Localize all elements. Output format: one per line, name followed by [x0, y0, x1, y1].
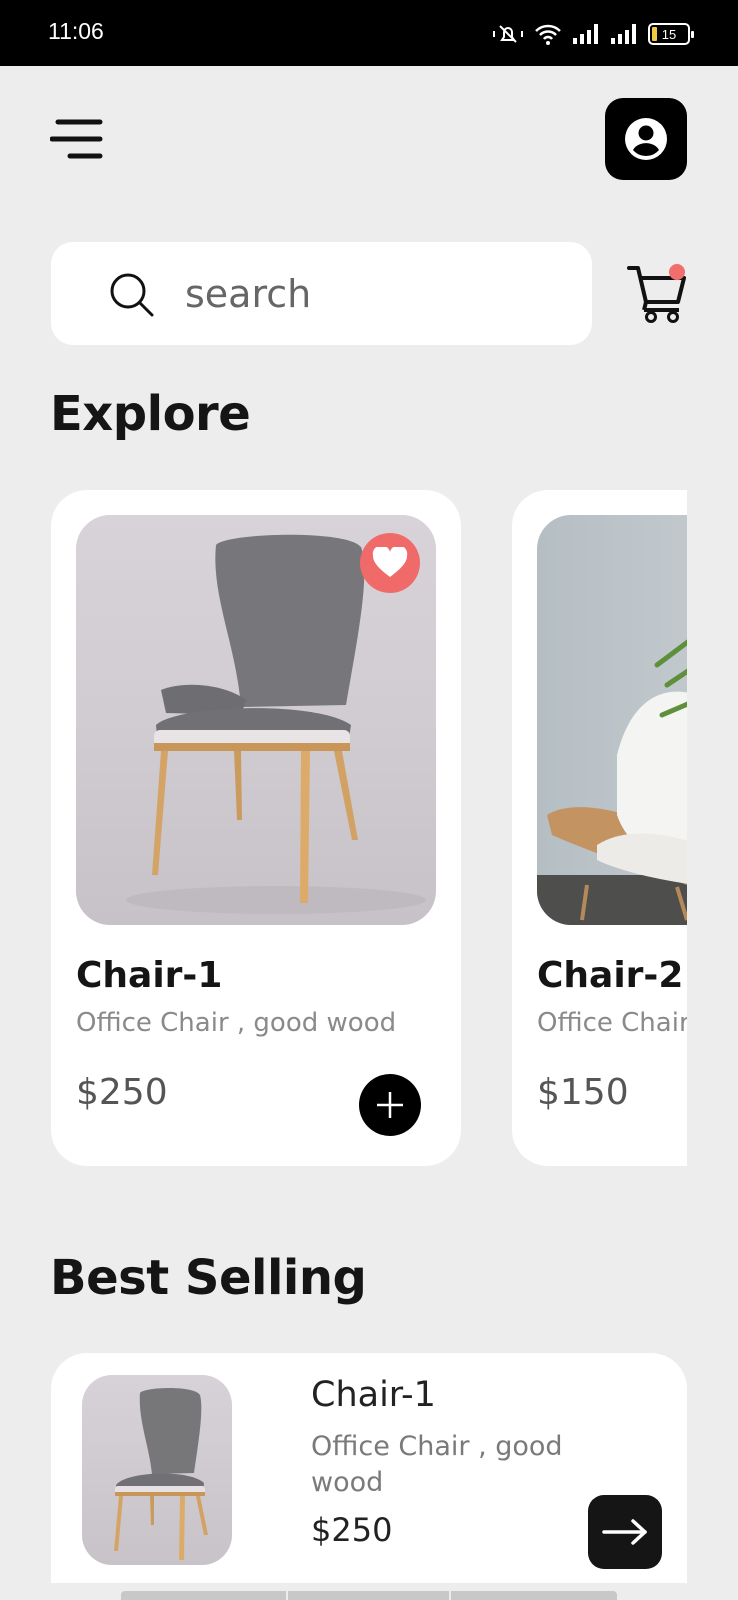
product-name: Chair-1 [76, 955, 223, 996]
battery-icon: 15 [648, 23, 694, 45]
product-name: Chair-2 [537, 955, 684, 996]
search-bar[interactable] [51, 242, 592, 345]
profile-icon [625, 118, 667, 160]
product-image [537, 515, 687, 925]
product-card[interactable]: Chair-1 Office Chair , good wood $250 [51, 490, 461, 1166]
product-card[interactable]: Chair-2 Office Chair , good wood $150 [512, 490, 687, 1166]
signal-icon [573, 24, 598, 44]
battery-level: 15 [661, 26, 677, 42]
scroll-indicator [121, 1591, 617, 1600]
best-selling-item[interactable]: Chair-1 Office Chair , good wood $250 [51, 1353, 687, 1583]
search-input[interactable] [185, 266, 565, 322]
explore-title: Explore [50, 386, 251, 442]
heart-icon [372, 547, 408, 577]
product-description: Office Chair , good wood [76, 1008, 397, 1038]
explore-carousel[interactable]: Chair-1 Office Chair , good wood $250 Ch… [51, 490, 687, 1168]
product-description: Office Chair , good wood [311, 1431, 563, 1498]
chair-illustration [537, 639, 687, 925]
menu-icon [49, 119, 103, 159]
plus-icon [377, 1092, 403, 1118]
best-selling-title: Best Selling [50, 1250, 367, 1306]
favorite-button[interactable] [360, 533, 420, 593]
add-to-cart-button[interactable] [359, 1074, 421, 1136]
product-thumbnail [82, 1375, 232, 1565]
product-price: $250 [311, 1511, 393, 1549]
arrow-right-icon [602, 1519, 647, 1545]
status-bar: 11:06 15 [0, 0, 738, 66]
product-name: Chair-1 [311, 1375, 436, 1415]
signal-icon [611, 24, 636, 44]
wifi-icon [535, 24, 561, 45]
chair-illustration [114, 1388, 208, 1560]
search-icon [110, 273, 154, 317]
product-image [76, 515, 436, 925]
menu-button[interactable] [49, 118, 106, 162]
product-price: $250 [76, 1072, 168, 1113]
product-description: Office Chair , good wood [537, 1008, 687, 1038]
status-icons: 15 [492, 20, 694, 48]
cart-notification-dot [669, 264, 685, 280]
view-product-button[interactable] [588, 1495, 662, 1569]
product-price: $150 [537, 1072, 629, 1113]
status-time: 11:06 [48, 18, 104, 44]
mute-icon [493, 25, 523, 43]
profile-button[interactable] [605, 98, 687, 180]
